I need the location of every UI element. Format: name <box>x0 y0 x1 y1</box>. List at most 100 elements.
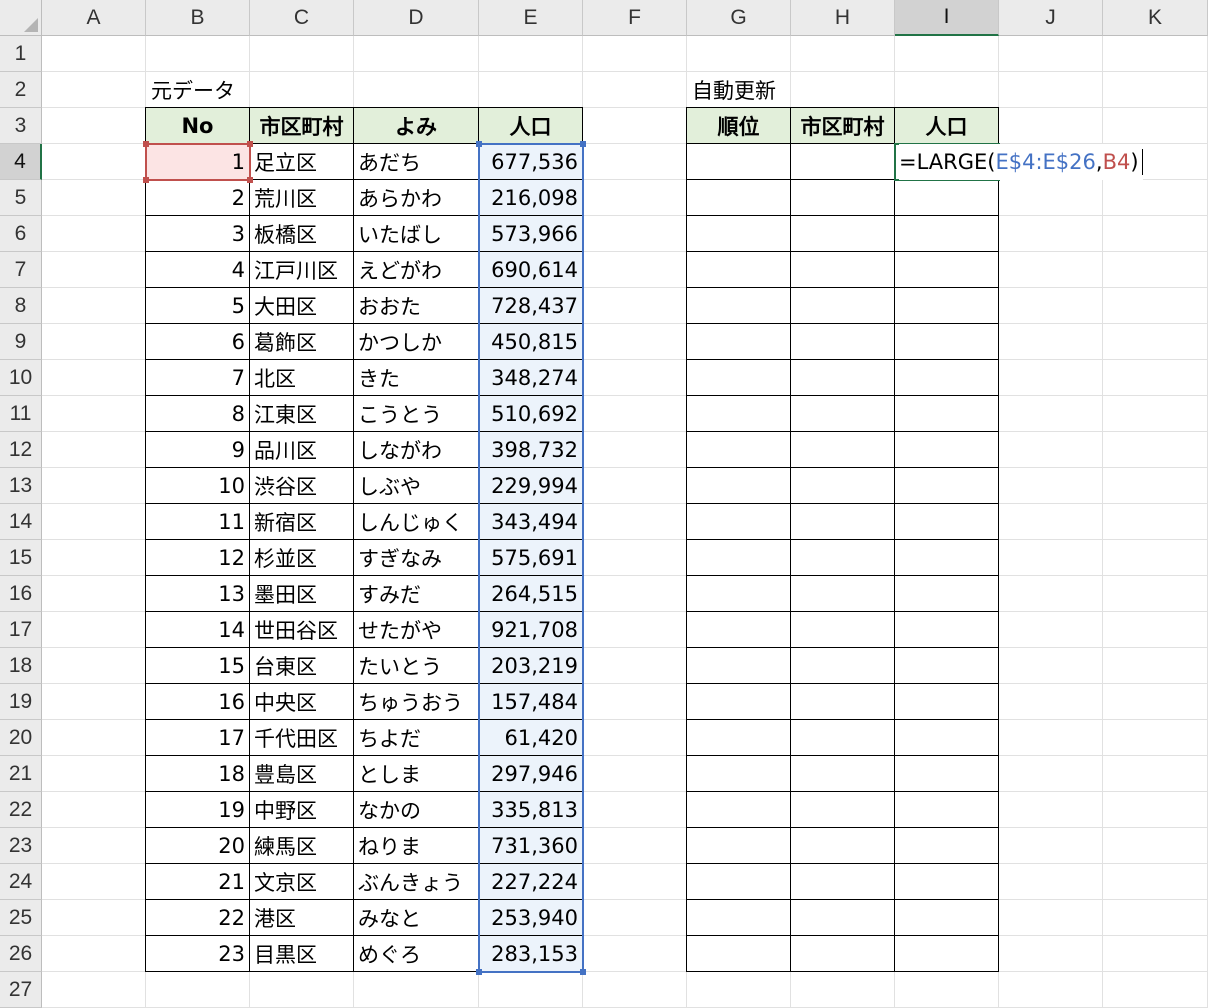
header-cell[interactable]: 人口 <box>894 107 999 144</box>
city-cell[interactable]: 中央区 <box>249 683 354 720</box>
result-cell[interactable] <box>790 827 895 864</box>
column-header-h[interactable]: H <box>791 0 895 36</box>
population-cell[interactable]: 731,360 <box>478 827 583 864</box>
number-cell[interactable]: 11 <box>145 503 250 540</box>
number-cell[interactable]: 4 <box>145 251 250 288</box>
city-cell[interactable]: 練馬区 <box>249 827 354 864</box>
row-header-7[interactable]: 7 <box>0 252 42 288</box>
city-cell[interactable]: 北区 <box>249 359 354 396</box>
result-cell[interactable] <box>894 287 999 324</box>
result-cell[interactable] <box>894 899 999 936</box>
city-cell[interactable]: 豊島区 <box>249 755 354 792</box>
result-cell[interactable] <box>790 359 895 396</box>
result-cell[interactable] <box>686 755 791 792</box>
result-cell[interactable] <box>686 395 791 432</box>
result-cell[interactable] <box>894 827 999 864</box>
row-header-26[interactable]: 26 <box>0 936 42 972</box>
number-cell[interactable]: 21 <box>145 863 250 900</box>
result-cell[interactable] <box>894 431 999 468</box>
result-cell[interactable] <box>790 755 895 792</box>
column-header-f[interactable]: F <box>583 0 687 36</box>
city-cell[interactable]: 大田区 <box>249 287 354 324</box>
result-cell[interactable] <box>894 755 999 792</box>
row-header-18[interactable]: 18 <box>0 648 42 684</box>
reading-cell[interactable]: きた <box>353 359 479 396</box>
city-cell[interactable]: 品川区 <box>249 431 354 468</box>
result-cell[interactable] <box>686 719 791 756</box>
population-cell[interactable]: 335,813 <box>478 791 583 828</box>
number-cell[interactable]: 5 <box>145 287 250 324</box>
reading-cell[interactable]: えどがわ <box>353 251 479 288</box>
population-cell[interactable]: 690,614 <box>478 251 583 288</box>
result-cell[interactable] <box>790 143 895 180</box>
header-cell[interactable]: 市区町村 <box>249 107 354 144</box>
row-header-15[interactable]: 15 <box>0 540 42 576</box>
row-header-9[interactable]: 9 <box>0 324 42 360</box>
reference-handle[interactable] <box>476 969 482 975</box>
row-header-17[interactable]: 17 <box>0 612 42 648</box>
number-cell[interactable]: 15 <box>145 647 250 684</box>
row-header-21[interactable]: 21 <box>0 756 42 792</box>
reading-cell[interactable]: みなと <box>353 899 479 936</box>
result-cell[interactable] <box>686 431 791 468</box>
number-cell[interactable]: 23 <box>145 935 250 972</box>
result-cell[interactable] <box>686 791 791 828</box>
row-header-16[interactable]: 16 <box>0 576 42 612</box>
reference-handle[interactable] <box>247 141 253 147</box>
number-cell[interactable]: 19 <box>145 791 250 828</box>
header-cell[interactable]: 順位 <box>686 107 791 144</box>
city-cell[interactable]: 千代田区 <box>249 719 354 756</box>
city-cell[interactable]: 世田谷区 <box>249 611 354 648</box>
reading-cell[interactable]: すぎなみ <box>353 539 479 576</box>
reading-cell[interactable]: しながわ <box>353 431 479 468</box>
city-cell[interactable]: 杉並区 <box>249 539 354 576</box>
reading-cell[interactable]: なかの <box>353 791 479 828</box>
result-cell[interactable] <box>790 611 895 648</box>
population-cell[interactable]: 203,219 <box>478 647 583 684</box>
population-cell[interactable]: 157,484 <box>478 683 583 720</box>
city-cell[interactable]: 荒川区 <box>249 179 354 216</box>
result-cell[interactable] <box>894 215 999 252</box>
city-cell[interactable]: 中野区 <box>249 791 354 828</box>
result-cell[interactable] <box>686 287 791 324</box>
row-header-2[interactable]: 2 <box>0 72 42 108</box>
row-header-14[interactable]: 14 <box>0 504 42 540</box>
result-cell[interactable] <box>790 719 895 756</box>
row-header-13[interactable]: 13 <box>0 468 42 504</box>
result-cell[interactable] <box>790 575 895 612</box>
city-cell[interactable]: 文京区 <box>249 863 354 900</box>
reading-cell[interactable]: あだち <box>353 143 479 180</box>
result-cell[interactable] <box>790 899 895 936</box>
row-header-1[interactable]: 1 <box>0 36 42 72</box>
city-cell[interactable]: 足立区 <box>249 143 354 180</box>
result-cell[interactable] <box>894 935 999 972</box>
result-cell[interactable] <box>686 215 791 252</box>
result-cell[interactable] <box>790 431 895 468</box>
city-cell[interactable]: 渋谷区 <box>249 467 354 504</box>
population-cell[interactable]: 253,940 <box>478 899 583 936</box>
result-cell[interactable] <box>894 647 999 684</box>
reading-cell[interactable]: ねりま <box>353 827 479 864</box>
result-cell[interactable] <box>894 683 999 720</box>
result-cell[interactable] <box>894 179 999 216</box>
column-header-k[interactable]: K <box>1103 0 1208 36</box>
population-cell[interactable]: 227,224 <box>478 863 583 900</box>
city-cell[interactable]: 港区 <box>249 899 354 936</box>
column-header-g[interactable]: G <box>687 0 791 36</box>
row-header-5[interactable]: 5 <box>0 180 42 216</box>
result-cell[interactable] <box>894 791 999 828</box>
result-cell[interactable] <box>894 863 999 900</box>
number-cell[interactable]: 22 <box>145 899 250 936</box>
result-cell[interactable] <box>790 287 895 324</box>
reading-cell[interactable]: ちゅうおう <box>353 683 479 720</box>
result-cell[interactable] <box>894 323 999 360</box>
result-cell[interactable] <box>894 467 999 504</box>
city-cell[interactable]: 板橋区 <box>249 215 354 252</box>
population-cell[interactable]: 216,098 <box>478 179 583 216</box>
result-cell[interactable] <box>790 215 895 252</box>
city-cell[interactable]: 目黒区 <box>249 935 354 972</box>
reading-cell[interactable]: かつしか <box>353 323 479 360</box>
result-cell[interactable] <box>790 251 895 288</box>
result-cell[interactable] <box>686 827 791 864</box>
result-cell[interactable] <box>790 863 895 900</box>
